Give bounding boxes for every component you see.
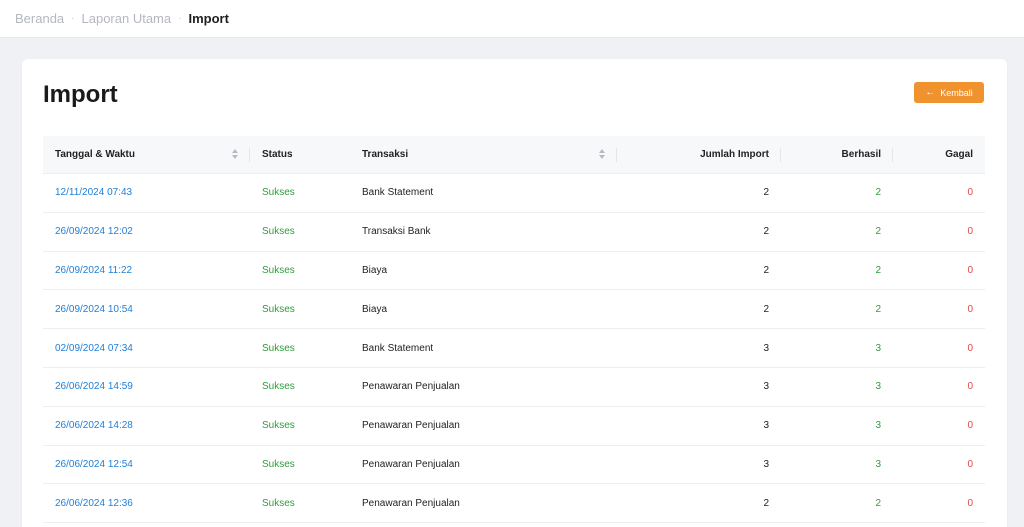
column-header-transaction[interactable]: Transaksi <box>350 136 617 173</box>
success-count: 2 <box>875 497 881 509</box>
success-count: 2 <box>875 226 881 238</box>
status-text: Sukses <box>262 458 295 470</box>
success-count: 3 <box>875 342 881 354</box>
breadcrumb-laporan-utama[interactable]: Laporan Utama <box>82 11 172 26</box>
column-header-label: Jumlah Import <box>700 149 769 160</box>
datetime-link[interactable]: 26/09/2024 10:54 <box>43 304 250 315</box>
breadcrumb: Beranda · Laporan Utama · Import <box>0 0 1024 38</box>
transaction-type: Bank Statement <box>362 342 434 354</box>
imported-count: 2 <box>763 303 769 315</box>
column-header-datetime[interactable]: Tanggal & Waktu <box>43 136 250 173</box>
column-header-imported: Jumlah Import <box>617 136 781 173</box>
datetime-link[interactable]: 26/09/2024 12:02 <box>43 226 250 237</box>
transaction-type: Biaya <box>362 264 388 276</box>
datetime-link[interactable]: 26/06/2024 12:36 <box>43 498 250 509</box>
success-count: 2 <box>875 264 881 276</box>
breadcrumb-home[interactable]: Beranda <box>15 11 64 26</box>
datetime-link[interactable]: 26/09/2024 11:22 <box>43 265 250 276</box>
column-header-failed: Gagal <box>893 136 985 173</box>
table-body: 12/11/2024 07:43 Sukses Bank Statement 2… <box>43 174 985 524</box>
imported-count: 3 <box>763 342 769 354</box>
transaction-type: Biaya <box>362 303 388 315</box>
table-row[interactable]: 26/06/2024 12:54 Sukses Penawaran Penjua… <box>43 446 985 485</box>
transaction-type: Transaksi Bank <box>362 226 431 238</box>
transaction-type: Penawaran Penjualan <box>362 420 460 432</box>
table-row[interactable]: 26/06/2024 14:59 Sukses Penawaran Penjua… <box>43 368 985 407</box>
import-table: Tanggal & Waktu Status Transaksi Jumlah … <box>43 136 985 524</box>
table-header: Tanggal & Waktu Status Transaksi Jumlah … <box>43 136 985 174</box>
failed-count: 0 <box>967 187 973 199</box>
imported-count: 2 <box>763 226 769 238</box>
success-count: 2 <box>875 187 881 199</box>
imported-count: 2 <box>763 264 769 276</box>
transaction-type: Bank Statement <box>362 187 434 199</box>
column-header-label: Berhasil <box>841 149 881 160</box>
breadcrumb-separator: · <box>178 13 182 24</box>
back-button-label: Kembali <box>940 87 973 98</box>
table-row[interactable]: 26/09/2024 12:02 Sukses Transaksi Bank 2… <box>43 213 985 252</box>
failed-count: 0 <box>967 342 973 354</box>
failed-count: 0 <box>967 458 973 470</box>
failed-count: 0 <box>967 303 973 315</box>
status-text: Sukses <box>262 303 295 315</box>
arrow-left-icon: ← <box>925 86 936 98</box>
status-text: Sukses <box>262 342 295 354</box>
failed-count: 0 <box>967 264 973 276</box>
breadcrumb-current: Import <box>188 11 229 26</box>
status-text: Sukses <box>262 497 295 509</box>
status-text: Sukses <box>262 187 295 199</box>
sort-icon[interactable] <box>232 149 238 160</box>
imported-count: 2 <box>763 497 769 509</box>
table-row[interactable]: 26/06/2024 14:28 Sukses Penawaran Penjua… <box>43 407 985 446</box>
transaction-type: Penawaran Penjualan <box>362 497 460 509</box>
datetime-link[interactable]: 26/06/2024 14:59 <box>43 381 250 392</box>
status-text: Sukses <box>262 420 295 432</box>
status-text: Sukses <box>262 381 295 393</box>
success-count: 3 <box>875 381 881 393</box>
table-row[interactable]: 26/09/2024 11:22 Sukses Biaya 2 2 0 <box>43 252 985 291</box>
breadcrumb-separator: · <box>71 13 75 24</box>
imported-count: 3 <box>763 458 769 470</box>
failed-count: 0 <box>967 226 973 238</box>
column-header-label: Transaksi <box>362 149 409 160</box>
datetime-link[interactable]: 26/06/2024 12:54 <box>43 459 250 470</box>
success-count: 2 <box>875 303 881 315</box>
table-row[interactable]: 12/11/2024 07:43 Sukses Bank Statement 2… <box>43 174 985 213</box>
status-text: Sukses <box>262 226 295 238</box>
imported-count: 3 <box>763 420 769 432</box>
success-count: 3 <box>875 458 881 470</box>
failed-count: 0 <box>967 420 973 432</box>
table-row[interactable]: 02/09/2024 07:34 Sukses Bank Statement 3… <box>43 329 985 368</box>
status-text: Sukses <box>262 264 295 276</box>
column-header-label: Tanggal & Waktu <box>55 149 135 160</box>
failed-count: 0 <box>967 497 973 509</box>
column-header-label: Gagal <box>945 149 973 160</box>
transaction-type: Penawaran Penjualan <box>362 381 460 393</box>
imported-count: 2 <box>763 187 769 199</box>
failed-count: 0 <box>967 381 973 393</box>
datetime-link[interactable]: 26/06/2024 14:28 <box>43 420 250 431</box>
sort-icon[interactable] <box>599 149 605 160</box>
success-count: 3 <box>875 420 881 432</box>
imported-count: 3 <box>763 381 769 393</box>
datetime-link[interactable]: 12/11/2024 07:43 <box>43 187 250 198</box>
transaction-type: Penawaran Penjualan <box>362 458 460 470</box>
table-row[interactable]: 26/06/2024 12:36 Sukses Penawaran Penjua… <box>43 484 985 524</box>
column-header-success: Berhasil <box>781 136 893 173</box>
column-header-label: Status <box>262 149 293 160</box>
import-card: Import ← Kembali Tanggal & Waktu Status … <box>22 59 1007 527</box>
page-title: Import <box>43 81 118 108</box>
table-row[interactable]: 26/09/2024 10:54 Sukses Biaya 2 2 0 <box>43 290 985 330</box>
column-header-status: Status <box>250 136 350 173</box>
datetime-link[interactable]: 02/09/2024 07:34 <box>43 343 250 354</box>
back-button[interactable]: ← Kembali <box>914 82 984 103</box>
